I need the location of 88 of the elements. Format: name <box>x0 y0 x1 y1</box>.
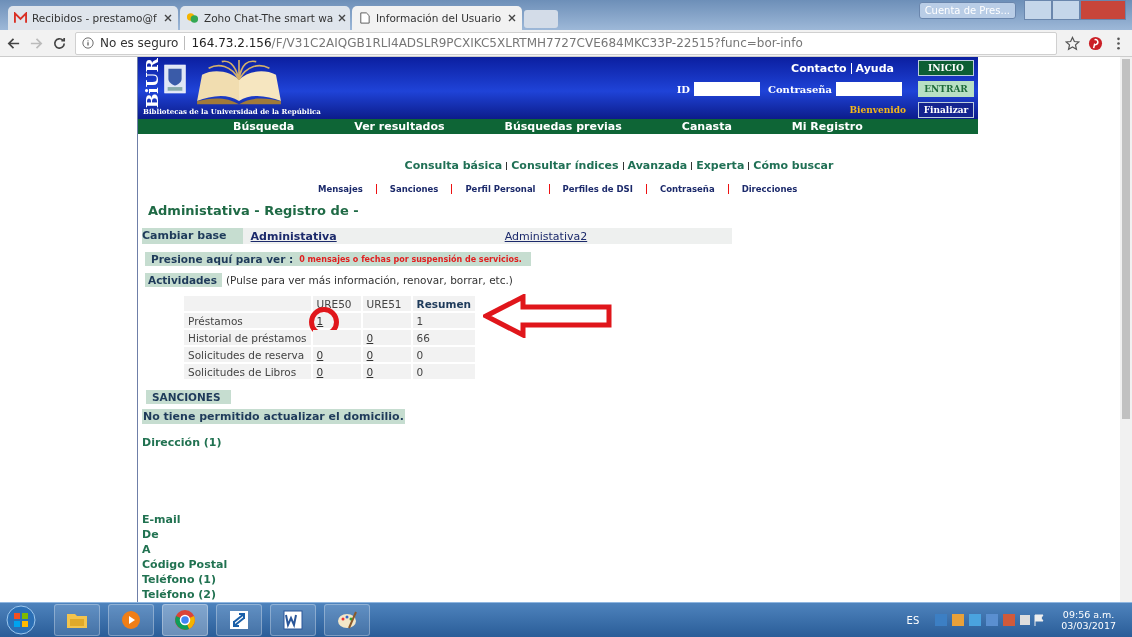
address-field-label: Teléfono (2) <box>142 587 217 602</box>
nav-link[interactable]: Mi Registro <box>791 120 863 134</box>
clock-time: 09:56 a.m. <box>1062 609 1115 620</box>
database-link[interactable]: Administativa2 <box>504 229 588 243</box>
paint-icon[interactable] <box>324 604 370 636</box>
row-label: Historial de préstamos <box>184 330 311 345</box>
account-link[interactable]: Contraseña <box>659 184 715 194</box>
page-icon <box>358 12 371 24</box>
activities-hint: (Pulse para ver más información, renovar, borrar, etc.) <box>225 274 513 286</box>
nav-link[interactable]: Búsquedas previas <box>504 120 622 134</box>
sanctions-heading: SANCIONES <box>146 390 231 404</box>
close-icon[interactable] <box>338 14 347 22</box>
mail-icon <box>14 12 27 24</box>
search-link[interactable]: Consulta básica <box>404 159 503 172</box>
header-link[interactable]: Ayuda <box>855 61 894 75</box>
count-link[interactable]: 1 <box>316 314 324 327</box>
browser-tab[interactable]: Zoho Chat-The smart wa <box>180 6 350 30</box>
logout-button[interactable]: Finalizar <box>918 102 974 118</box>
account-link[interactable]: Mensajes <box>318 184 363 194</box>
close-icon[interactable] <box>508 14 516 22</box>
login-button[interactable]: ENTRAR <box>918 81 974 97</box>
clock-date: 03/03/2017 <box>1061 620 1116 631</box>
column-header: Resumen <box>412 296 476 311</box>
logo-text: BiUR <box>144 60 161 108</box>
star-icon[interactable] <box>1065 35 1080 51</box>
row-label: Solicitudes de Libros <box>184 364 311 379</box>
account-link[interactable]: Perfil Personal <box>465 184 536 194</box>
database-link[interactable]: Administativa <box>250 229 337 243</box>
start-button[interactable] <box>6 605 36 635</box>
close-icon[interactable] <box>164 14 172 22</box>
row-label: Préstamos <box>184 313 311 328</box>
table-cell: 1 <box>412 313 476 328</box>
search-link[interactable]: Avanzada <box>627 159 688 172</box>
tray-icons-drawing[interactable] <box>935 612 1046 628</box>
folder-icon[interactable] <box>54 604 100 636</box>
nav-link[interactable]: Búsqueda <box>233 120 295 134</box>
id-field[interactable] <box>694 82 760 96</box>
nav-link[interactable]: Canasta <box>681 120 732 134</box>
count-link[interactable]: 0 <box>316 365 324 378</box>
account-link[interactable]: Perfiles de DSI <box>562 184 633 194</box>
page-title: Administativa - Registro de - <box>148 203 360 218</box>
password-field[interactable] <box>836 82 902 96</box>
address-field-label: A <box>142 542 152 557</box>
security-label: No es seguro <box>100 36 179 50</box>
nav-link[interactable]: Ver resultados <box>354 120 445 134</box>
password-label: Contraseña <box>768 83 832 95</box>
notice-label: Presione aquí para ver : <box>151 253 294 265</box>
search-link[interactable]: Consultar índices <box>511 159 619 172</box>
language-indicator[interactable]: ES <box>906 614 920 626</box>
sanctions-message: No tiene permitido actualizar el domicilio. <box>142 409 405 424</box>
url-text: 164.73.2.156/F/V31C2AIQGB1RLI4ADSLR9PCXIKC5XLRTMH7727CVE684MKC33P-22515?func=bor-info <box>191 36 803 50</box>
reload-icon[interactable] <box>52 35 67 51</box>
table-cell: 0 <box>412 364 476 379</box>
column-header: URE50 <box>312 296 361 311</box>
home-button[interactable]: INICIO <box>918 60 974 76</box>
word-icon[interactable] <box>270 604 316 636</box>
address-heading: Dirección (1) <box>142 435 223 450</box>
scrollbar[interactable] <box>1120 57 1132 602</box>
window-controls[interactable] <box>1024 0 1126 20</box>
account-link[interactable]: Direcciones <box>741 184 798 194</box>
extension-icon[interactable] <box>1088 35 1103 51</box>
activities-label: Actividades <box>145 273 222 287</box>
table-cell: 0 <box>412 347 476 362</box>
id-label: ID <box>676 83 690 95</box>
count-link[interactable]: 0 <box>316 348 324 361</box>
browser-tab[interactable]: Recibidos - prestamo@f <box>8 6 178 30</box>
address-field-label: Teléfono (1) <box>142 572 217 587</box>
address-field-label: Código Postal <box>142 557 229 572</box>
address-bar[interactable]: No es seguro 164.73.2.156/F/V31C2AIQGB1RLI4ADSLR9PCXIKC5XLRTMH7727CVE684MKC33P-22515?func=bor-info <box>75 31 1057 55</box>
row-label: Solicitudes de reserva <box>184 347 311 362</box>
welcome-text: Bienvenido <box>849 105 906 115</box>
browser-icon[interactable] <box>162 604 208 636</box>
count-link[interactable]: 0 <box>366 331 374 344</box>
address-field-label: E-mail <box>142 512 182 527</box>
table-cell: 66 <box>412 330 476 345</box>
count-link[interactable]: 0 <box>366 365 374 378</box>
account-link[interactable]: Sanciones <box>389 184 439 194</box>
search-link[interactable]: Cómo buscar <box>753 159 834 172</box>
chat-icon <box>186 12 199 24</box>
address-field-label: De <box>142 527 160 542</box>
arrows-icon[interactable] <box>216 604 262 636</box>
browser-tab[interactable]: Información del Usuario <box>352 6 522 30</box>
header-link[interactable]: Contacto <box>791 61 847 75</box>
info-icon <box>82 37 94 49</box>
change-base-label: Cambiar base <box>142 228 243 244</box>
column-header: URE51 <box>362 296 411 311</box>
count-link[interactable]: 0 <box>366 348 374 361</box>
search-link[interactable]: Experta <box>696 159 745 172</box>
